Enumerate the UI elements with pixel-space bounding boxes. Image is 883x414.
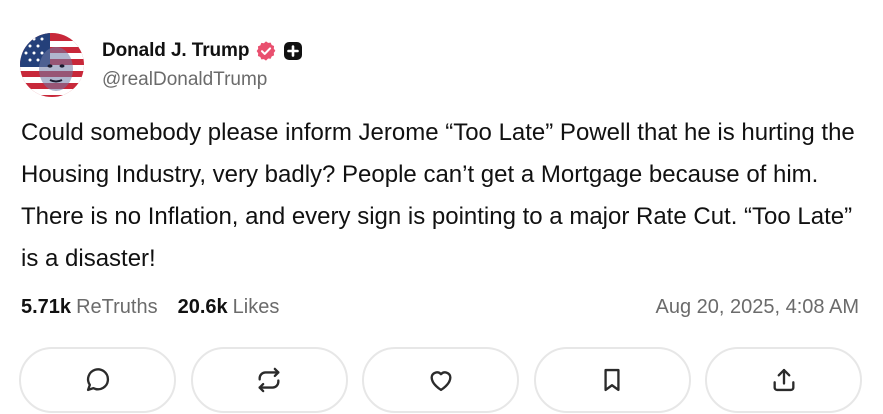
retruths-stat[interactable]: 5.71k ReTruths bbox=[21, 296, 158, 319]
post-text: Could somebody please inform Jerome “Too… bbox=[21, 119, 855, 272]
likes-stat[interactable]: 20.6k Likes bbox=[178, 296, 280, 319]
plus-badge-icon bbox=[284, 42, 303, 60]
post-timestamp: Aug 20, 2025, 4:08 AM bbox=[655, 295, 860, 318]
avatar-image bbox=[20, 33, 84, 97]
like-button[interactable] bbox=[362, 347, 519, 413]
author-info: Donald J. Trump @realDonaldTrump bbox=[102, 39, 303, 91]
retruths-count: 5.71k bbox=[21, 295, 72, 318]
likes-label: Likes bbox=[232, 295, 280, 318]
retruth-icon bbox=[258, 367, 280, 393]
action-bar bbox=[19, 347, 862, 413]
share-button[interactable] bbox=[705, 347, 862, 413]
name-row: Donald J. Trump bbox=[102, 39, 303, 63]
like-icon bbox=[430, 371, 451, 392]
retruth-button[interactable] bbox=[190, 347, 348, 413]
likes-count: 20.6k bbox=[177, 295, 228, 318]
share-icon bbox=[773, 368, 794, 392]
bookmark-icon bbox=[604, 368, 620, 392]
retruths-label: ReTruths bbox=[76, 295, 158, 318]
reply-icon bbox=[86, 368, 109, 392]
bookmark-button[interactable] bbox=[533, 347, 691, 413]
author-handle[interactable]: @realDonaldTrump bbox=[102, 69, 303, 91]
post-header: Donald J. Trump @realDonaldTrump bbox=[20, 30, 303, 100]
verified-badge-icon bbox=[257, 41, 276, 61]
display-name[interactable]: Donald J. Trump bbox=[102, 40, 249, 62]
avatar[interactable] bbox=[20, 33, 84, 97]
post-stats: 5.71k ReTruths 20.6k Likes Aug 20, 2025,… bbox=[21, 292, 859, 322]
reply-button[interactable] bbox=[19, 347, 176, 413]
